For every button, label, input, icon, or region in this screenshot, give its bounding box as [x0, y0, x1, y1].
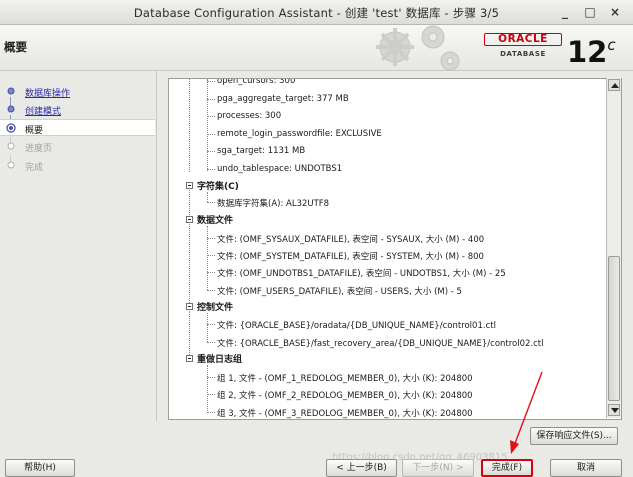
sidebar-step-progress: 进度页 — [0, 138, 155, 155]
step-current-icon — [6, 123, 16, 133]
window-titlebar: Database Configuration Assistant - 创建 't… — [0, 0, 633, 25]
tree-item[interactable]: 组 2, 文件 - (OMF_2_REDOLOG_MEMBER_0), 大小 (… — [217, 389, 473, 401]
step-label: 概要 — [25, 126, 44, 136]
tree-connector — [189, 79, 190, 172]
sidebar-step-database-operation[interactable]: 数据库操作 — [0, 83, 155, 100]
tree-connector — [207, 324, 215, 325]
window-title: Database Configuration Assistant - 创建 't… — [133, 6, 500, 20]
tree-section-controlfiles[interactable]: 控制文件 — [197, 300, 233, 313]
step-pending-icon — [7, 161, 15, 169]
close-button[interactable]: × — [606, 3, 624, 21]
oracle-logo: ORACLE DATABASE — [484, 33, 562, 61]
tree-connector — [207, 412, 215, 413]
version-suffix: c — [607, 36, 616, 54]
sidebar-step-finish: 完成 — [0, 157, 155, 174]
version-logo: 12c — [567, 29, 616, 68]
tree-item[interactable]: 文件: (OMF_SYSTEM_DATAFILE), 表空间 - SYSTEM,… — [217, 250, 484, 262]
tree-item[interactable]: remote_login_passwordfile: EXCLUSIVE — [217, 129, 382, 139]
tree-connector — [207, 290, 215, 291]
collapse-toggle-icon[interactable] — [186, 355, 193, 362]
tree-section-datafiles[interactable]: 数据文件 — [197, 213, 233, 226]
step-pending-icon — [7, 142, 15, 150]
scroll-down-button[interactable] — [608, 404, 620, 416]
tree-connector — [207, 81, 215, 82]
tree-connector — [207, 202, 215, 203]
tree-connector — [189, 224, 190, 303]
tree-item[interactable]: pga_aggregate_target: 377 MB — [217, 94, 349, 104]
cancel-button[interactable]: 取消 — [550, 459, 622, 477]
scrollbar-thumb[interactable] — [608, 256, 620, 401]
finish-button[interactable]: 完成(F) — [481, 459, 533, 477]
tree-connector — [207, 342, 215, 343]
step-done-icon — [7, 105, 15, 113]
tree-item[interactable]: sga_target: 1131 MB — [217, 146, 305, 156]
step-label: 完成 — [25, 163, 44, 173]
database-text: DATABASE — [500, 50, 546, 58]
tree-section-charset[interactable]: 字符集(C) — [197, 179, 239, 192]
step-label: 创建模式 — [25, 107, 62, 117]
version-number: 12 — [567, 35, 608, 69]
oracle-brand-text: ORACLE — [484, 33, 562, 46]
help-button[interactable]: 帮助(H) — [5, 459, 75, 477]
tree-item[interactable]: undo_tablespace: UNDOTBS1 — [217, 164, 342, 174]
tree-connector — [207, 365, 208, 413]
tree-item[interactable]: processes: 300 — [217, 111, 281, 121]
next-button: 下一步(N) > — [402, 459, 474, 477]
tree-item[interactable]: 文件: {ORACLE_BASE}/fast_recovery_area/{DB… — [217, 337, 544, 349]
collapse-toggle-icon[interactable] — [186, 182, 193, 189]
tree-item[interactable]: 文件: (OMF_UNDOTBS1_DATAFILE), 表空间 - UNDOT… — [217, 267, 506, 279]
step-label: 进度页 — [25, 144, 53, 154]
summary-tree[interactable]: open_cursors: 300 pga_aggregate_target: … — [168, 78, 622, 420]
save-response-file-button[interactable]: 保存响应文件(S)... — [530, 427, 618, 445]
tree-connector — [207, 377, 215, 378]
tree-connector — [207, 394, 215, 395]
collapse-toggle-icon[interactable] — [186, 303, 193, 310]
tree-connector — [207, 99, 215, 100]
arrow-up-icon — [611, 83, 619, 88]
scroll-up-button[interactable] — [608, 79, 620, 91]
tree-connector — [189, 311, 190, 357]
tree-item[interactable]: 文件: (OMF_USERS_DATAFILE), 表空间 - USERS, 大… — [217, 285, 462, 297]
collapse-toggle-icon[interactable] — [186, 216, 193, 223]
tree-connector — [207, 226, 208, 290]
tree-connector — [207, 255, 215, 256]
step-sidebar: 数据库操作 创建模式 概要 进度页 完成 — [0, 71, 157, 421]
tree-connector — [207, 192, 208, 202]
vertical-scrollbar[interactable] — [606, 78, 621, 418]
tree-connector — [207, 79, 208, 171]
tree-item[interactable]: 文件: {ORACLE_BASE}/oradata/{DB_UNIQUE_NAM… — [217, 319, 496, 331]
tree-connector — [189, 190, 190, 215]
tree-connector — [207, 116, 215, 117]
tree-item[interactable]: open_cursors: 300 — [217, 79, 295, 86]
step-label: 数据库操作 — [25, 89, 71, 99]
tree-section-redolog[interactable]: 重做日志组 — [197, 352, 242, 365]
tree-connector — [207, 272, 215, 273]
minimize-button[interactable]: _ — [556, 3, 574, 21]
tree-connector — [207, 134, 215, 135]
sidebar-step-summary[interactable]: 概要 — [0, 119, 155, 136]
tree-item[interactable]: 组 1, 文件 - (OMF_1_REDOLOG_MEMBER_0), 大小 (… — [217, 372, 473, 384]
tree-item[interactable]: 文件: (OMF_SYSAUX_DATAFILE), 表空间 - SYSAUX,… — [217, 233, 484, 245]
sidebar-step-creation-mode[interactable]: 创建模式 — [0, 101, 155, 118]
step-done-icon — [7, 87, 15, 95]
tree-item[interactable]: 组 3, 文件 - (OMF_3_REDOLOG_MEMBER_0), 大小 (… — [217, 407, 473, 419]
arrow-down-icon — [611, 408, 619, 413]
tree-connector — [207, 169, 215, 170]
tree-item[interactable]: 数据库字符集(A): AL32UTF8 — [217, 197, 329, 209]
page-title: 概要 — [4, 40, 27, 54]
tree-connector — [207, 313, 208, 342]
page-header: 概要 ORACLE DATABASE 12c — [0, 25, 633, 71]
tree-connector — [207, 238, 215, 239]
maximize-button[interactable]: □ — [581, 3, 599, 21]
back-button[interactable]: < 上一步(B) — [326, 459, 397, 477]
gears-decoration-icon — [376, 25, 460, 70]
tree-connector — [207, 151, 215, 152]
